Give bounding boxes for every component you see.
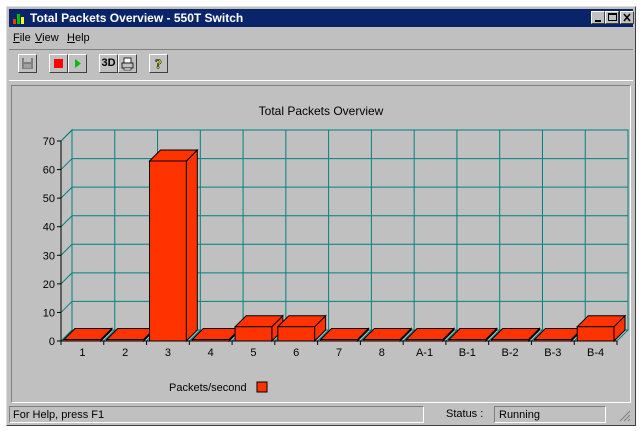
x-tick-label: 4 <box>208 347 214 359</box>
x-tick-label: 3 <box>165 347 171 359</box>
bar-front <box>576 326 615 342</box>
y-gridline-side <box>60 215 73 228</box>
bar-front <box>533 339 572 342</box>
bar-front <box>234 326 273 342</box>
main-window: Total Packets Overview - 550T Switch Fil… <box>6 6 636 426</box>
x-tick-label: A-1 <box>416 347 433 359</box>
menu-file[interactable]: File <box>13 32 31 44</box>
chart-bar <box>148 148 199 343</box>
menu-file-label: ile <box>19 32 31 44</box>
x-tick-label: 7 <box>336 347 342 359</box>
legend-label: Packets/second <box>169 382 247 394</box>
x-tick-label: B-1 <box>459 347 476 359</box>
question-mark-icon: ? <box>155 57 163 73</box>
x-tick-label: 8 <box>379 347 385 359</box>
menu-view[interactable]: View <box>35 32 59 44</box>
x-tick-label: 1 <box>79 347 85 359</box>
floppy-disk-icon <box>22 58 33 69</box>
bar-front <box>448 339 487 342</box>
bar-front <box>491 339 529 342</box>
chart-bar <box>576 314 627 343</box>
svg-text:?: ? <box>155 58 162 73</box>
y-gridline-side <box>60 272 73 285</box>
minimize-icon <box>595 20 601 22</box>
status-help-text: For Help, press F1 <box>9 406 424 423</box>
bar-front <box>191 339 230 342</box>
toggle-3d-button[interactable]: 3D <box>99 54 118 73</box>
y-gridline-side <box>60 158 73 170</box>
play-button[interactable] <box>68 54 87 73</box>
bar-chart-icon <box>12 11 26 25</box>
print-button[interactable] <box>118 54 137 73</box>
menu-view-label: iew <box>42 32 59 44</box>
printer-icon <box>121 57 134 71</box>
chart-side-wall <box>60 128 73 343</box>
x-tick-label: B-4 <box>587 347 604 359</box>
y-tick-label: 20 <box>43 279 55 291</box>
y-tick-label: 10 <box>43 307 55 319</box>
status-bar: For Help, press F1 Status : Running <box>9 406 633 424</box>
bar-front <box>63 339 102 342</box>
chart-title: Total Packets Overview <box>259 104 384 118</box>
chart-bar <box>276 314 327 343</box>
y-tick-label: 60 <box>43 165 55 177</box>
bar-front <box>362 339 401 342</box>
menu-bar: File View Help <box>9 29 633 47</box>
play-icon <box>75 59 81 68</box>
bar-front <box>405 339 444 342</box>
chart-bar <box>233 314 285 343</box>
status-label: Status : <box>446 408 484 420</box>
x-tick-label: 5 <box>250 347 256 359</box>
y-tick-label: 70 <box>43 136 55 148</box>
chart-panel: Total Packets Overview 0 10 20 30 40 50 60 70 1 2 3… <box>11 85 631 403</box>
status-value: Running <box>494 406 606 423</box>
stop-icon <box>54 59 63 68</box>
bar-front <box>277 326 316 342</box>
maximize-icon <box>608 13 617 21</box>
y-gridline-side <box>60 243 73 256</box>
maximize-button[interactable] <box>605 11 619 24</box>
y-gridline-side <box>60 301 73 313</box>
help-button[interactable]: ? <box>149 54 168 73</box>
x-tick-label: 2 <box>122 347 128 359</box>
x-tick-label: B-3 <box>544 347 561 359</box>
menu-help[interactable]: Help <box>67 32 90 44</box>
menu-help-label: elp <box>74 32 90 44</box>
title-bar[interactable]: Total Packets Overview - 550T Switch <box>9 9 634 27</box>
save-button[interactable] <box>18 54 37 73</box>
close-button[interactable] <box>620 11 634 24</box>
y-tick-label: 0 <box>49 336 55 348</box>
resize-grip-icon[interactable] <box>619 410 631 422</box>
bar-front <box>106 339 145 342</box>
y-tick-label: 30 <box>43 250 55 262</box>
y-tick-label: 50 <box>43 193 55 205</box>
packets-bar-chart: Total Packets Overview 0 10 20 30 40 50 60 70 1 2 3… <box>43 104 630 394</box>
legend-swatch <box>256 381 268 393</box>
y-tick-label: 40 <box>43 222 55 234</box>
y-gridline-side <box>60 129 73 142</box>
minimize-button[interactable] <box>591 11 605 24</box>
bar-front <box>149 160 187 342</box>
y-gridline-side <box>60 186 73 199</box>
bar-side <box>185 148 198 343</box>
toolbar: 3D ? <box>9 49 633 81</box>
stop-button[interactable] <box>49 54 68 73</box>
bar-front <box>320 339 358 342</box>
close-icon <box>623 13 631 22</box>
x-tick-label: 6 <box>293 347 299 359</box>
x-tick-label: B-2 <box>502 347 519 359</box>
window-title: Total Packets Overview - 550T Switch <box>30 11 244 25</box>
